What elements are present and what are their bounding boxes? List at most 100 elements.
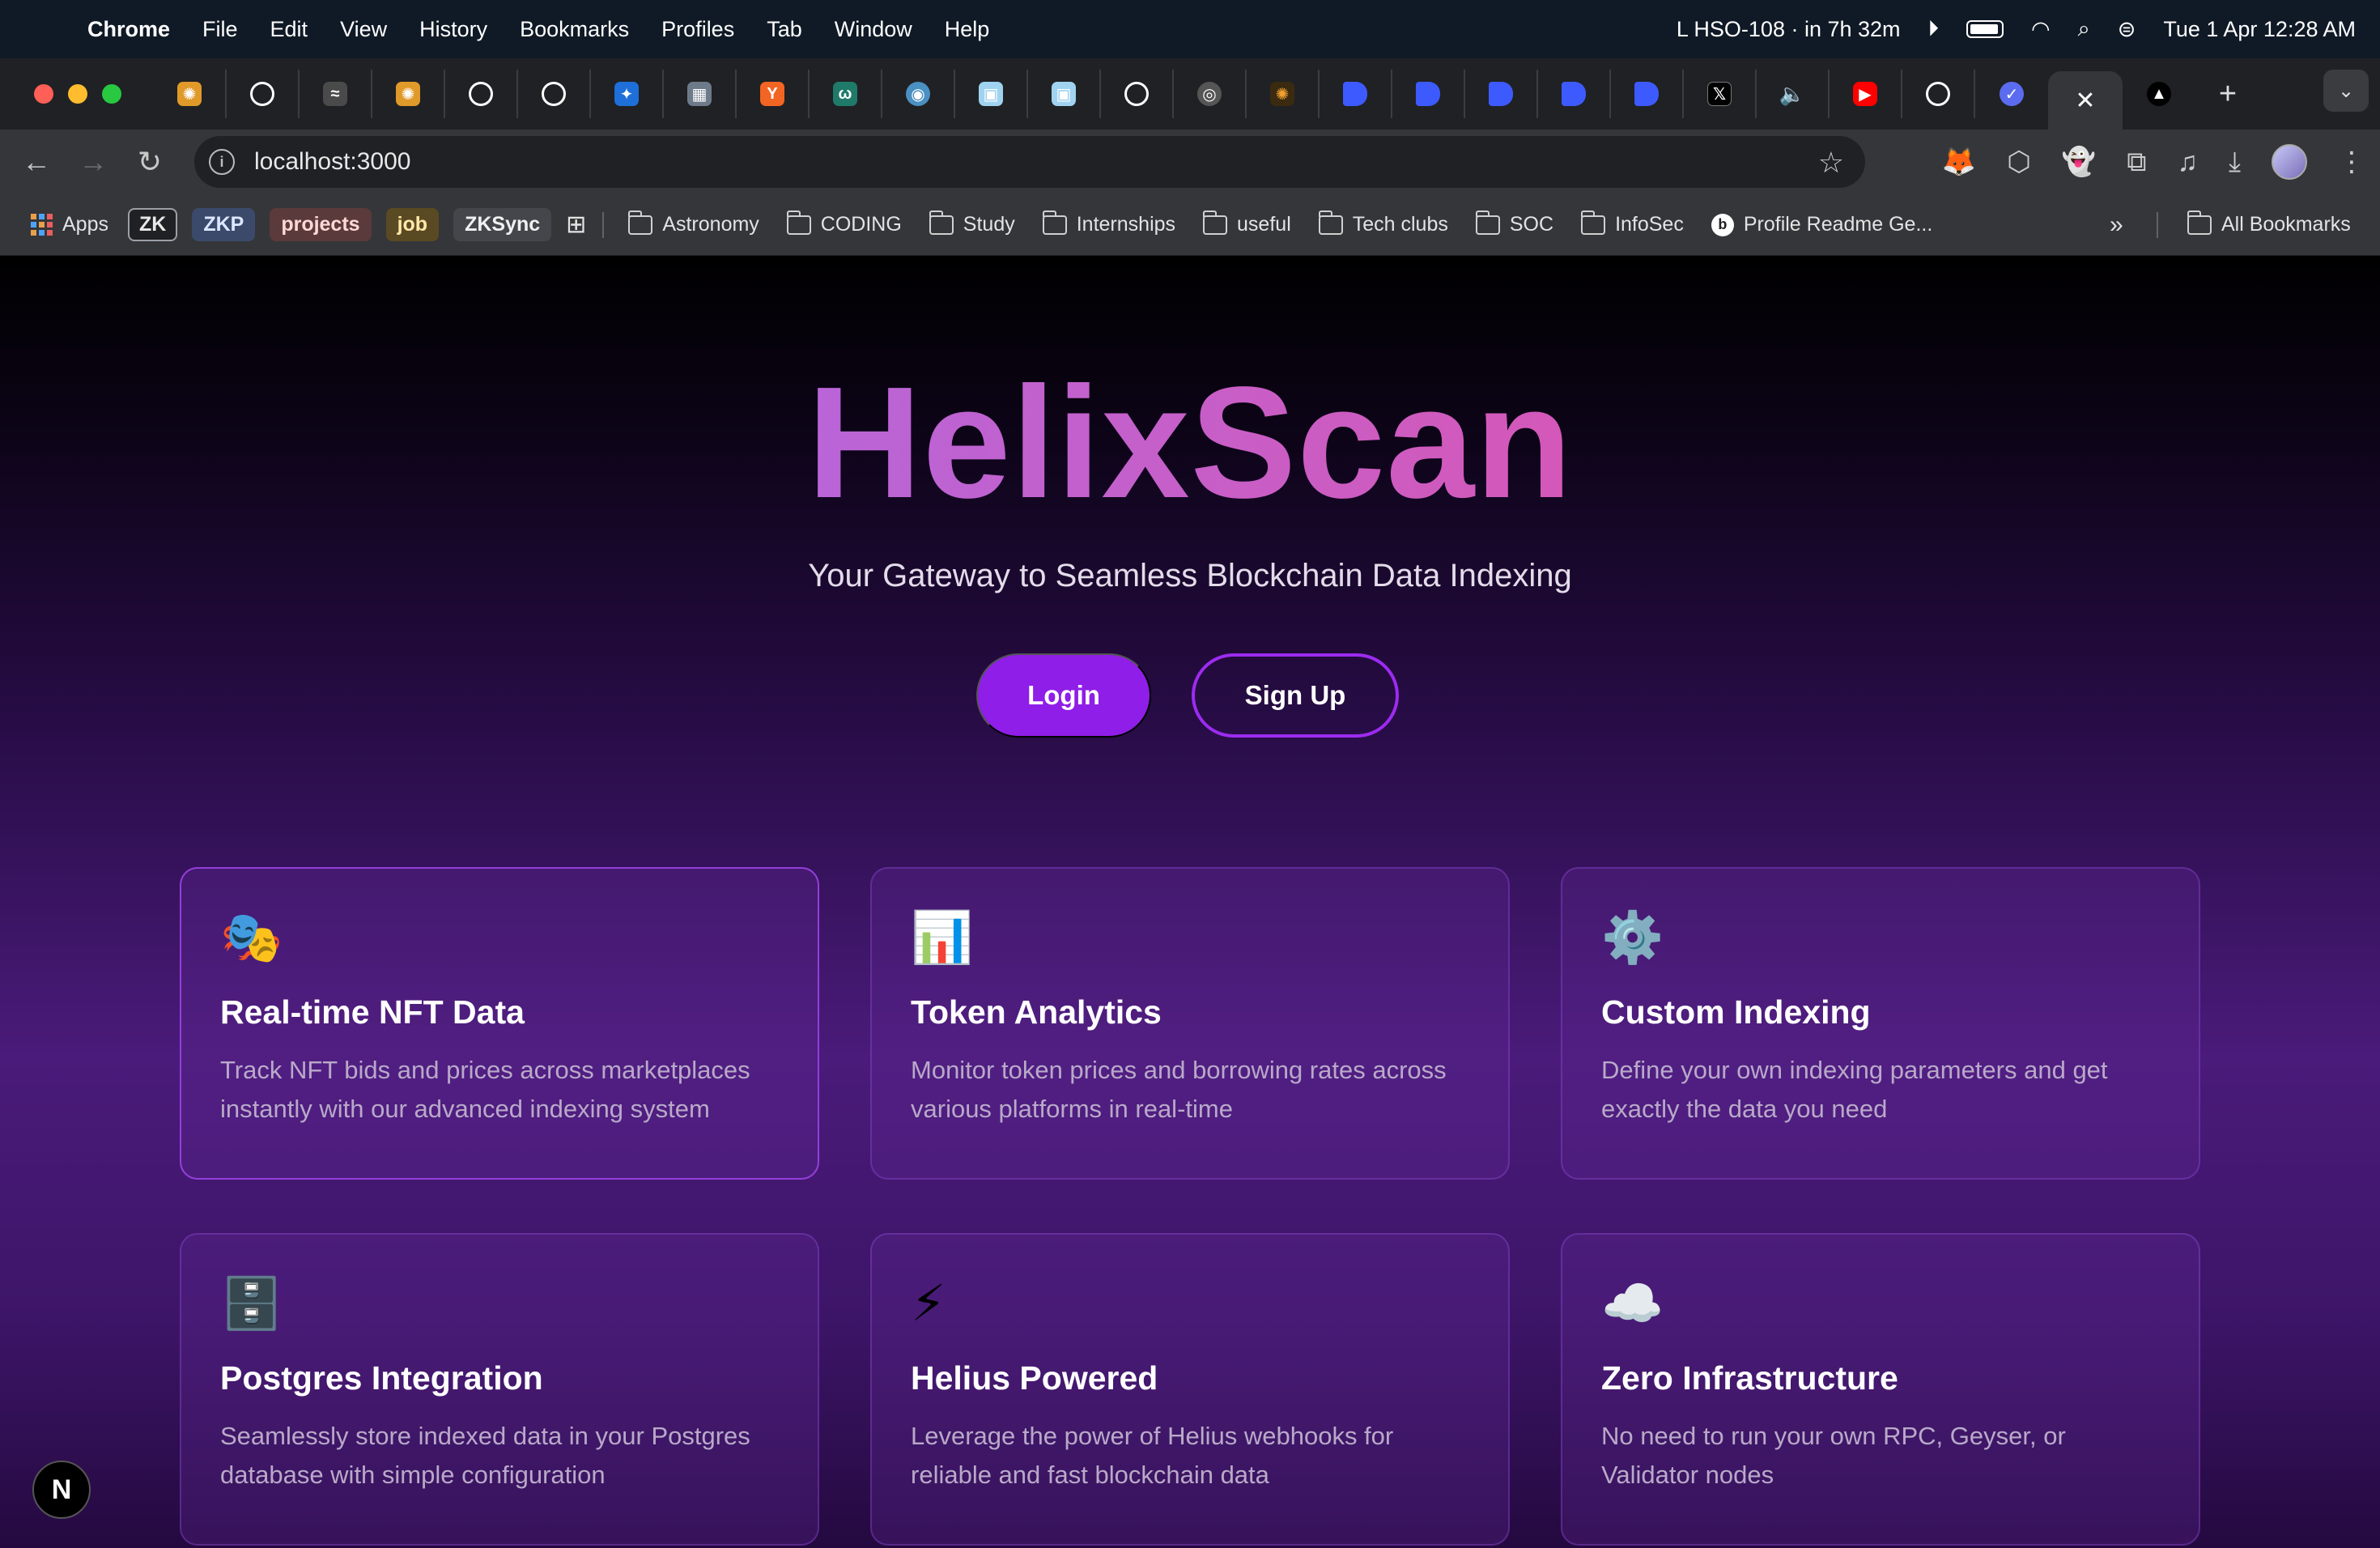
bookmark-folder-soc[interactable]: SOC xyxy=(1475,210,1553,236)
back-button[interactable]: ← xyxy=(8,145,65,179)
tab[interactable]: ✺ xyxy=(154,70,227,118)
login-button[interactable]: Login xyxy=(976,653,1151,738)
lightning-icon: ⚡ xyxy=(911,1276,946,1332)
minimize-window-button[interactable] xyxy=(68,84,87,104)
menu-help[interactable]: Help xyxy=(945,17,990,42)
extensions-puzzle-icon[interactable]: ⧉ xyxy=(2127,147,2146,178)
feature-description-line: reliable and fast blockchain data xyxy=(911,1461,1269,1489)
tab[interactable]: ω xyxy=(810,70,882,118)
tab[interactable]: ✺ xyxy=(372,70,445,118)
bookmark-folder-infosec[interactable]: InfoSec xyxy=(1581,210,1684,236)
tab[interactable]: ▦ xyxy=(664,70,737,118)
menu-edit[interactable]: Edit xyxy=(270,17,308,42)
feature-card-token: 📊 Token Analytics Monitor token prices a… xyxy=(870,867,1510,1180)
tab[interactable]: ✦ xyxy=(591,70,664,118)
all-bookmarks[interactable]: All Bookmarks xyxy=(2187,210,2351,236)
folder-icon xyxy=(929,210,954,235)
chrome-menu-icon[interactable]: ⋮ xyxy=(2338,146,2365,178)
battery-icon[interactable] xyxy=(1966,20,2004,38)
bookmark-chip-projects[interactable]: projects xyxy=(270,208,372,241)
bookmark-folder-astronomy[interactable]: Astronomy xyxy=(628,210,759,236)
bookmark-folder-internships[interactable]: Internships xyxy=(1042,210,1175,236)
spotlight-search-icon[interactable]: ⌕ xyxy=(2078,16,2090,42)
site-info-icon[interactable]: i xyxy=(209,149,235,175)
url-text[interactable]: localhost:3000 xyxy=(254,148,410,176)
tab[interactable]: ✓ xyxy=(1975,70,2048,118)
tab[interactable]: ◉ xyxy=(882,70,955,118)
ghost-extension-icon[interactable]: 👻 xyxy=(2062,146,2096,178)
tab-groups-icon[interactable]: ⊞ xyxy=(566,211,586,239)
tab[interactable] xyxy=(1392,70,1465,118)
tab[interactable]: Y xyxy=(737,70,810,118)
tab[interactable] xyxy=(1320,70,1392,118)
bookmark-folder-useful[interactable]: useful xyxy=(1203,210,1291,236)
new-tab-button[interactable]: + xyxy=(2195,77,2260,112)
tab[interactable]: ≈ xyxy=(300,70,372,118)
close-window-button[interactable] xyxy=(34,84,53,104)
tab[interactable]: ✺ xyxy=(1247,70,1320,118)
tab[interactable] xyxy=(1465,70,1538,118)
cube-extension-icon[interactable]: ⬡ xyxy=(2007,146,2031,178)
address-bar[interactable]: i localhost:3000 ☆ xyxy=(194,136,1865,188)
wifi-icon[interactable]: ◠ xyxy=(2031,17,2051,42)
tab[interactable] xyxy=(1902,70,1975,118)
bookmark-folder-study[interactable]: Study xyxy=(929,210,1015,236)
menu-clock[interactable]: Tue 1 Apr 12:28 AM xyxy=(2163,17,2356,42)
active-tab[interactable]: ✕ xyxy=(2048,71,2123,130)
play-icon[interactable]: ⏵ xyxy=(1928,16,1940,42)
close-tab-icon[interactable]: ✕ xyxy=(2075,87,2095,115)
menu-tab[interactable]: Tab xyxy=(767,17,802,42)
bookmarks-separator xyxy=(602,211,605,238)
bookmark-chip-job[interactable]: job xyxy=(385,208,440,241)
menu-window[interactable]: Window xyxy=(835,17,912,42)
bookmark-chip-zksync[interactable]: ZKSync xyxy=(453,208,552,241)
tab[interactable] xyxy=(227,70,300,118)
bookmark-chip-zkp[interactable]: ZKP xyxy=(192,208,256,241)
menu-file[interactable]: File xyxy=(202,17,238,42)
control-center-icon[interactable]: ⊜ xyxy=(2118,17,2136,42)
tab[interactable] xyxy=(518,70,591,118)
file-cabinet-icon: 🗄️ xyxy=(220,1276,283,1332)
metamask-extension-icon[interactable]: 🦊 xyxy=(1942,146,1976,178)
web-page: HelixScan Your Gateway to Seamless Block… xyxy=(0,256,2380,1548)
tab[interactable] xyxy=(1101,70,1174,118)
menu-profiles[interactable]: Profiles xyxy=(661,17,734,42)
media-controls-icon[interactable]: ♫ xyxy=(2177,147,2198,178)
tab[interactable] xyxy=(1611,70,1684,118)
tab[interactable]: ▣ xyxy=(1028,70,1101,118)
nextjs-dev-indicator[interactable]: N xyxy=(32,1461,91,1519)
apps-grid-icon[interactable] xyxy=(31,214,53,236)
bookmark-apps[interactable]: Apps xyxy=(62,213,108,236)
bookmark-star-icon[interactable]: ☆ xyxy=(1818,146,1844,180)
tab-search-dropdown-icon[interactable]: ⌄ xyxy=(2323,70,2369,112)
reload-button[interactable]: ↻ xyxy=(121,145,178,179)
downloads-icon[interactable]: ⤓ xyxy=(2229,147,2241,178)
menu-bookmarks[interactable]: Bookmarks xyxy=(520,17,629,42)
calendar-event[interactable]: L HSO-108 · in 7h 32m xyxy=(1677,17,1901,42)
tab[interactable]: ▣ xyxy=(955,70,1028,118)
tab[interactable] xyxy=(445,70,518,118)
bookmark-folder-coding[interactable]: CODING xyxy=(786,210,902,236)
tab[interactable]: ▶ xyxy=(1830,70,1902,118)
bookmark-chip-zk[interactable]: ZK xyxy=(127,208,178,241)
profile-avatar[interactable] xyxy=(2272,144,2307,180)
tab[interactable]: 𝕏 xyxy=(1684,70,1757,118)
bookmark-folder-tech-clubs[interactable]: Tech clubs xyxy=(1318,210,1448,236)
tab[interactable] xyxy=(1538,70,1611,118)
signup-button[interactable]: Sign Up xyxy=(1192,653,1399,738)
macos-menu-bar: Chrome File Edit View History Bookmarks … xyxy=(0,0,2380,58)
zoom-window-button[interactable] xyxy=(102,84,121,104)
more-bookmarks-chevron-icon[interactable]: » xyxy=(2110,211,2123,239)
menu-history[interactable]: History xyxy=(419,17,487,42)
speaker-icon: 🔈 xyxy=(1779,81,1806,106)
tab[interactable]: ◎ xyxy=(1174,70,1247,118)
menu-view[interactable]: View xyxy=(340,17,387,42)
bookmark-profile-readme[interactable]: b Profile Readme Ge... xyxy=(1711,213,1932,236)
tab[interactable]: ▲ xyxy=(2123,70,2195,118)
tab[interactable]: 🔈 xyxy=(1757,70,1830,118)
menu-app-name[interactable]: Chrome xyxy=(87,17,170,42)
readme-favicon-icon: b xyxy=(1711,213,1734,236)
forward-button[interactable]: → xyxy=(65,145,121,179)
feature-card-custom-indexing: ⚙️ Custom Indexing Define your own index… xyxy=(1561,867,2200,1180)
folder-label: Study xyxy=(963,213,1015,236)
